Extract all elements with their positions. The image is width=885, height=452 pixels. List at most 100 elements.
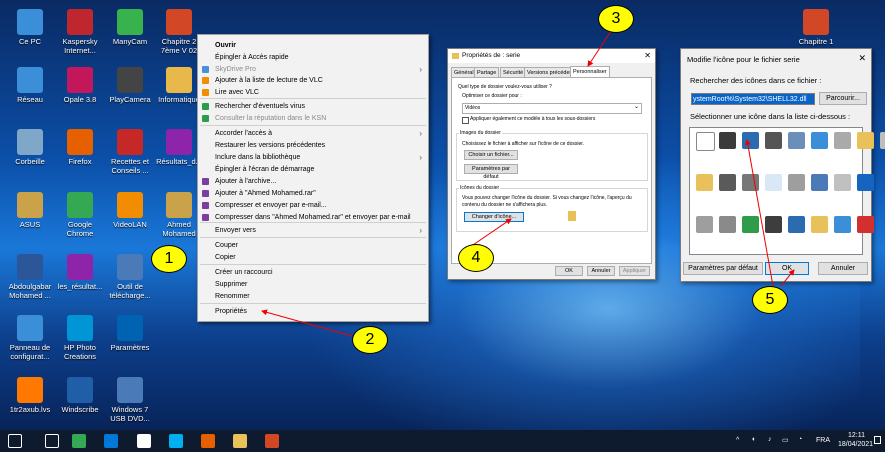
context-menu-item[interactable]: Ajouter à la liste de lecture de VLC <box>198 75 428 86</box>
battery-icon[interactable]: ▭ <box>782 436 789 444</box>
network-tray-icon[interactable]: ◐ <box>752 436 756 443</box>
context-menu-item[interactable]: Ajouter à l'archive... <box>198 176 428 187</box>
change-icon-ok-button[interactable]: OK <box>765 262 809 275</box>
store-icon[interactable] <box>137 434 151 448</box>
drive-icon[interactable] <box>880 132 885 149</box>
context-menu-item[interactable]: Lire avec VLC <box>198 87 428 98</box>
drive-icon[interactable] <box>719 216 736 233</box>
desktop-icon[interactable]: ASUS <box>4 192 56 229</box>
clock-date[interactable]: 18/04/2021 <box>838 441 873 448</box>
change-icon-cancel-button[interactable]: Annuler <box>818 262 868 275</box>
properties-cancel-button[interactable]: Annuler <box>587 266 615 276</box>
context-menu-item[interactable]: Épingler à Accès rapide <box>198 52 428 63</box>
monitor-icon[interactable] <box>742 132 759 149</box>
context-menu-item[interactable]: Copier <box>198 252 428 263</box>
properties-apply-button[interactable]: Appliquer <box>619 266 650 276</box>
restore-default-button[interactable]: Paramètres par défaut <box>464 164 518 180</box>
desktop-icon[interactable]: Recettes et Conseils ... <box>104 129 156 175</box>
desktop-icon[interactable]: Chapitre 1 <box>790 9 842 46</box>
desktop-icon[interactable]: Corbeille <box>4 129 56 166</box>
context-menu-item[interactable]: Accorder l'accès à › <box>198 128 428 139</box>
skype-icon[interactable] <box>169 434 183 448</box>
context-menu-item[interactable]: Couper <box>198 240 428 251</box>
icon-file-path-input[interactable]: ystemRoot%\System32\SHELL32.dll <box>691 93 815 105</box>
drive-net-icon[interactable] <box>788 132 805 149</box>
network-icon[interactable] <box>788 216 805 233</box>
context-menu-item[interactable]: Propriétés <box>198 306 428 317</box>
context-menu-item[interactable]: Compresser dans "Ahmed Mohamed.rar" et e… <box>198 212 428 223</box>
desktop-icon[interactable]: ManyCam <box>104 9 156 46</box>
context-menu-item[interactable]: Épingler à l'écran de démarrage <box>198 164 428 175</box>
desktop-icon[interactable]: Ce PC <box>4 9 56 46</box>
disk-icon[interactable] <box>742 174 759 191</box>
drive-icon[interactable] <box>834 132 851 149</box>
folder-icon[interactable] <box>696 174 713 191</box>
context-menu-item[interactable]: Compresser et envoyer par e-mail... <box>198 200 428 211</box>
desktop-icon[interactable]: Windscribe <box>54 377 106 414</box>
window-icon[interactable] <box>765 174 782 191</box>
help-icon[interactable] <box>857 174 874 191</box>
context-menu-item[interactable]: Ajouter à "Ahmed Mohamed.rar" <box>198 188 428 199</box>
printer-icon[interactable] <box>719 174 736 191</box>
file-explorer-icon[interactable] <box>233 434 247 448</box>
chevron-up-icon[interactable]: ^ <box>736 437 739 444</box>
close-icon[interactable]: ✕ <box>858 53 866 64</box>
desktop-icon[interactable]: HP Photo Creations <box>54 315 106 361</box>
volume-icon[interactable]: ♪ <box>768 436 772 443</box>
cd-icon[interactable] <box>834 174 851 191</box>
desktop-icon[interactable]: Outil de télécharge... <box>104 254 156 300</box>
network-icon[interactable] <box>834 216 851 233</box>
context-menu-item[interactable]: Rechercher d'éventuels virus <box>198 101 428 112</box>
desktop-icon[interactable]: Paramètres <box>104 315 156 352</box>
search-icon[interactable] <box>45 434 59 448</box>
desktop-icon[interactable]: Firefox <box>54 129 106 166</box>
blank-file-icon[interactable] <box>696 132 715 151</box>
defaults-button[interactable]: Paramètres par défaut <box>683 262 763 275</box>
desktop-icon[interactable]: PlayCamera <box>104 67 156 104</box>
icon-grid[interactable] <box>689 127 885 255</box>
powerpoint-icon[interactable] <box>265 434 279 448</box>
wifi-icon[interactable]: ◔ <box>798 436 802 443</box>
desktop-icon[interactable]: VideoLAN <box>104 192 156 229</box>
windows-start-icon[interactable] <box>8 434 22 448</box>
drive-icon[interactable] <box>696 216 713 233</box>
context-menu-item[interactable]: Inclure dans la bibliothèque › <box>198 152 428 163</box>
apply-subfolders-checkbox[interactable] <box>462 117 469 124</box>
globe-icon[interactable] <box>742 216 759 233</box>
desktop-icon[interactable]: Abdoulgabar Mohamed ... <box>4 254 56 300</box>
folder-icon[interactable] <box>857 132 874 149</box>
context-menu-item[interactable]: Créer un raccourci <box>198 267 428 278</box>
context-menu-item[interactable]: Ouvrir <box>198 40 428 51</box>
properties-ok-button[interactable]: OK <box>555 266 583 276</box>
search-icon[interactable] <box>811 132 828 149</box>
context-menu-item[interactable]: Envoyer vers › <box>198 225 428 236</box>
clock-time[interactable]: 12:11 <box>848 432 865 439</box>
desktop-icon[interactable]: Google Chrome <box>54 192 106 238</box>
desktop-icon[interactable]: Opale 3.8 <box>54 67 106 104</box>
language-indicator[interactable]: FRA <box>816 437 830 444</box>
firefox-icon[interactable] <box>201 434 215 448</box>
context-menu-item[interactable]: Renommer <box>198 291 428 302</box>
chip-icon[interactable] <box>719 132 736 149</box>
floppy-icon[interactable] <box>765 216 782 233</box>
power-icon[interactable] <box>857 216 874 233</box>
cpu-icon[interactable] <box>765 132 782 149</box>
display-icon[interactable] <box>811 174 828 191</box>
context-menu-item[interactable]: Consulter la réputation dans le KSN <box>198 113 428 124</box>
desktop-icon[interactable]: Panneau de configurat... <box>4 315 56 361</box>
desktop-icon[interactable]: 1tr2axub.lvs <box>4 377 56 414</box>
notifications-icon[interactable] <box>874 436 881 444</box>
context-menu-item[interactable]: SkyDrive Pro › <box>198 64 428 75</box>
desktop-icon[interactable]: Kaspersky Internet... <box>54 9 106 55</box>
close-icon[interactable]: ✕ <box>644 49 651 63</box>
edge-icon[interactable] <box>104 434 118 448</box>
context-menu-item[interactable]: Restaurer les versions précédentes <box>198 140 428 151</box>
change-icon-button[interactable]: Changer d'icône... <box>464 212 524 222</box>
browse-button[interactable]: Parcourir... <box>819 92 867 105</box>
desktop-icon[interactable]: Windows 7 USB DVD... <box>104 377 156 423</box>
choose-file-button[interactable]: Choisir un fichier... <box>464 150 518 160</box>
desktop-icon[interactable]: Réseau <box>4 67 56 104</box>
desktop-icon[interactable]: les_résultat... <box>54 254 106 291</box>
context-menu-item[interactable]: Supprimer <box>198 279 428 290</box>
drive-icon[interactable] <box>788 174 805 191</box>
